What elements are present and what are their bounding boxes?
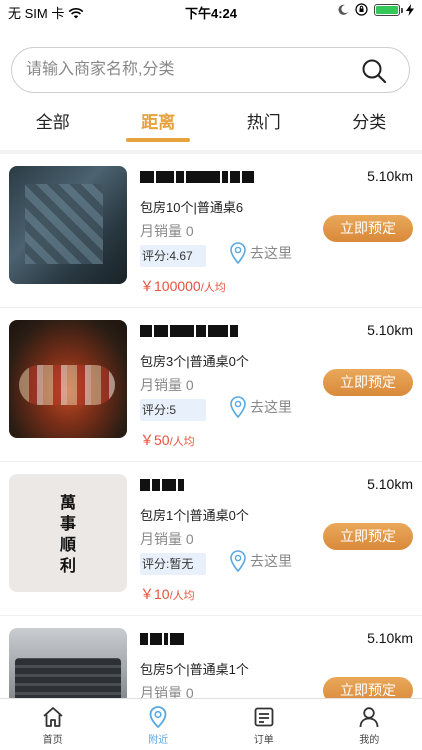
- merchant-card[interactable]: 5.10km 包房5个|普通桌1个 月销量 0 立即预定: [0, 616, 422, 698]
- distance-label: 5.10km: [367, 168, 413, 184]
- status-right: [337, 3, 414, 16]
- tabbar-orders[interactable]: 订单: [211, 699, 317, 750]
- price: ￥100000/人均: [140, 276, 226, 296]
- price-value: ￥100000: [140, 278, 201, 294]
- rooms-info: 包房1个|普通桌0个: [140, 508, 249, 523]
- search-bar: [11, 47, 410, 93]
- price-unit: /人均: [200, 282, 226, 294]
- merchant-thumbnail: 萬 事 順 利: [9, 474, 127, 592]
- rating-badge: 评分:暂无: [140, 553, 206, 575]
- price-unit: /人均: [169, 590, 195, 602]
- monthly-sales: 月销量 0: [140, 223, 194, 239]
- navigate-link[interactable]: 去这里: [230, 550, 292, 572]
- merchant-list: 5.10km 包房10个|普通桌6 月销量 0 评分:4.67 去这里 ￥100…: [0, 154, 422, 698]
- calligraphy-text: 萬 事 順 利: [59, 493, 76, 575]
- book-now-button[interactable]: 立即预定: [323, 677, 413, 698]
- book-now-button[interactable]: 立即预定: [323, 369, 413, 396]
- navigate-link[interactable]: 去这里: [230, 242, 292, 264]
- merchant-card[interactable]: 5.10km 包房3个|普通桌0个 月销量 0 评分:5 去这里 ￥50/人均 …: [0, 308, 422, 462]
- tabbar-home[interactable]: 首页: [0, 699, 106, 750]
- tabbar-label: 附近: [148, 735, 169, 746]
- rooms-info: 包房3个|普通桌0个: [140, 354, 249, 369]
- navigate-label: 去这里: [250, 245, 292, 261]
- monthly-sales: 月销量 0: [140, 685, 194, 698]
- order-icon: [254, 707, 274, 727]
- merchant-name-redacted: [140, 630, 262, 654]
- distance-label: 5.10km: [367, 630, 413, 646]
- moon-icon: [338, 4, 348, 15]
- search-input[interactable]: [26, 48, 346, 92]
- rooms-info: 包房10个|普通桌6: [140, 200, 244, 215]
- merchant-thumbnail: [9, 320, 127, 438]
- tabbar-nearby[interactable]: 附近: [106, 699, 212, 750]
- navigate-link[interactable]: 去这里: [230, 396, 292, 418]
- location-icon: [149, 706, 167, 729]
- merchant-card[interactable]: 5.10km 包房10个|普通桌6 月销量 0 评分:4.67 去这里 ￥100…: [0, 154, 422, 308]
- distance-label: 5.10km: [367, 476, 413, 492]
- location-pin-icon: [230, 550, 246, 572]
- tabbar-profile[interactable]: 我的: [317, 699, 422, 750]
- monthly-sales: 月销量 0: [140, 377, 194, 393]
- price-value: ￥10: [140, 586, 170, 602]
- tabbar-label: 我的: [359, 735, 380, 746]
- tab-category[interactable]: 分类: [317, 100, 422, 146]
- filter-tabs: 全部 距离 热门 分类: [0, 100, 422, 146]
- search-icon[interactable]: [361, 58, 387, 84]
- merchant-name-redacted: [140, 322, 262, 346]
- navigate-label: 去这里: [250, 553, 292, 569]
- navigate-label: 去这里: [250, 399, 292, 415]
- tab-distance[interactable]: 距离: [106, 100, 212, 146]
- book-now-button[interactable]: 立即预定: [323, 215, 413, 242]
- merchant-name-redacted: [140, 476, 262, 500]
- rooms-info: 包房5个|普通桌1个: [140, 662, 249, 677]
- location-pin-icon: [230, 396, 246, 418]
- price: ￥50/人均: [140, 430, 195, 450]
- rating-badge: 评分:4.67: [140, 245, 206, 267]
- rating-badge: 评分:5: [140, 399, 206, 421]
- status-bar: 无 SIM 卡 下午4:24: [0, 0, 422, 22]
- tab-all[interactable]: 全部: [0, 100, 106, 146]
- monthly-sales: 月销量 0: [140, 531, 194, 547]
- battery-icon: [374, 3, 403, 16]
- book-now-button[interactable]: 立即预定: [323, 523, 413, 550]
- tab-popular[interactable]: 热门: [211, 100, 317, 146]
- tabbar-label: 首页: [42, 735, 63, 746]
- distance-label: 5.10km: [367, 322, 413, 338]
- merchant-name-redacted: [140, 168, 262, 192]
- price-value: ￥50: [140, 432, 170, 448]
- profile-icon: [359, 707, 379, 728]
- merchant-card[interactable]: 萬 事 順 利 5.10km 包房1个|普通桌0个 月销量 0 评分:暂无 去这…: [0, 462, 422, 616]
- orientation-lock-icon: [355, 3, 368, 16]
- bottom-tab-bar: 首页 附近 订单 我的: [0, 698, 422, 750]
- home-icon: [43, 707, 63, 727]
- merchant-thumbnail: [9, 628, 127, 698]
- tabbar-label: 订单: [253, 735, 274, 746]
- price-unit: /人均: [169, 436, 195, 448]
- merchant-thumbnail: [9, 166, 127, 284]
- price: ￥10/人均: [140, 584, 195, 604]
- location-pin-icon: [230, 242, 246, 264]
- charging-icon: [406, 3, 414, 16]
